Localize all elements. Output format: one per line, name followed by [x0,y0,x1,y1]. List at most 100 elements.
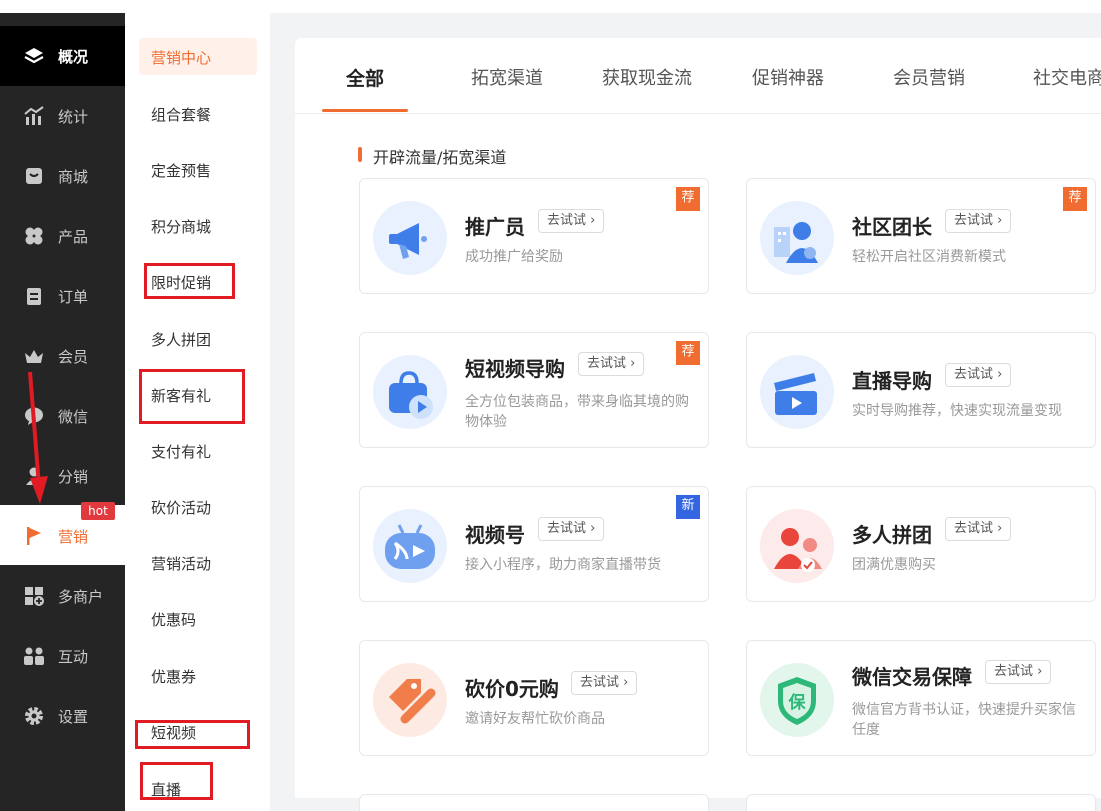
feature-card-short-video-guide[interactable]: 短视频导购 去试试 › 全方位包装商品，带来身临其境的购物体验 荐 [359,332,709,448]
nav-label: 商城 [58,167,89,186]
chevron-right-icon: › [997,213,1003,228]
tab-member-marketing[interactable]: 会员营销 [893,64,965,90]
nav-label: 微信 [58,407,89,426]
crown-icon [23,345,45,367]
sub-item-points-mall[interactable]: 积分商城 [151,216,211,237]
price-tag-icon [373,663,447,737]
card-title: 推广员 [465,215,525,239]
highlight-box [140,762,213,800]
section-title: 开辟流量/拓宽渠道 [373,148,507,167]
nav-item-wechat[interactable]: 微信 [0,386,125,446]
nav-item-member[interactable]: 会员 [0,326,125,386]
chevron-right-icon: › [623,675,629,690]
sub-item-payment-gift[interactable]: 支付有礼 [151,441,211,462]
tab-social-ecommerce[interactable]: 社交电商 [1033,64,1101,90]
tab-active-indicator [322,109,408,112]
try-button[interactable]: 去试试 › [538,209,605,233]
group-buy-icon [760,509,834,583]
try-button[interactable]: 去试试 › [571,671,638,695]
nav-item-mall[interactable]: 商城 [0,146,125,206]
mall-icon [23,165,45,187]
recommend-badge: 荐 [676,187,700,211]
tab-cash-flow[interactable]: 获取现金流 [602,64,692,90]
tab-expand-channels[interactable]: 拓宽渠道 [471,64,543,90]
stats-icon [23,105,45,127]
feature-card-live-guide[interactable]: 直播导购 去试试 › 实时导购推荐，快速实现流量变现 [746,332,1096,448]
feature-card-group-buy[interactable]: 多人拼团 去试试 › 团满优惠购买 [746,486,1096,602]
try-button[interactable]: 去试试 › [538,517,605,541]
try-button[interactable]: 去试试 › [945,209,1012,233]
clapperboard-icon [760,355,834,429]
chevron-right-icon: › [590,213,596,228]
highlight-box [135,720,250,749]
order-icon [23,285,45,307]
chevron-right-icon: › [997,521,1003,536]
card-desc: 接入小程序，助力商家直播带货 [465,557,661,573]
nav-item-order[interactable]: 订单 [0,266,125,326]
feature-card-partial [359,794,709,811]
section-marker [358,147,362,162]
feature-card-community-leader[interactable]: 社区团长 去试试 › 轻松开启社区消费新模式 荐 [746,178,1096,294]
card-desc: 成功推广给奖励 [465,249,563,265]
nav-label: 产品 [58,227,89,246]
nav-item-overview[interactable]: 概况 [0,26,125,86]
card-title: 多人拼团 [852,523,932,547]
hot-badge: hot [81,502,115,520]
sub-item-promo-code[interactable]: 优惠码 [151,609,196,630]
tab-promotion-tools[interactable]: 促销神器 [752,64,824,90]
card-title: 视频号 [465,523,525,547]
video-channel-icon [373,509,447,583]
nav-item-multi-merchant[interactable]: 多商户 [0,566,125,626]
feature-card-video-account[interactable]: 视频号 去试试 › 接入小程序，助力商家直播带货 新 [359,486,709,602]
shield-label: 保 [788,692,807,713]
nav-item-settings[interactable]: 设置 [0,686,125,746]
nav-label: 多商户 [58,587,104,606]
card-title: 砍价0元购 [465,677,559,701]
feature-card-partial [746,794,1096,811]
sub-item-marketing-center[interactable]: 营销中心 [151,47,211,68]
shield-icon: 保 [760,663,834,737]
card-desc: 邀请好友帮忙砍价商品 [465,711,605,727]
try-button[interactable]: 去试试 › [945,363,1012,387]
try-button[interactable]: 去试试 › [985,660,1052,684]
chevron-right-icon: › [1037,664,1043,679]
card-title: 微信交易保障 [852,665,972,689]
feature-card-bargain[interactable]: 砍价0元购 去试试 › 邀请好友帮忙砍价商品 [359,640,709,756]
people-icon [23,645,45,667]
nav-item-distribution[interactable]: 分销 [0,446,125,506]
feature-card-promoter[interactable]: 推广员 去试试 › 成功推广给奖励 荐 [359,178,709,294]
try-button[interactable]: 去试试 › [578,352,645,376]
sub-item-marketing-activity[interactable]: 营销活动 [151,553,211,574]
nav-item-interaction[interactable]: 互动 [0,626,125,686]
card-title: 直播导购 [852,369,932,393]
sub-item-group-buy[interactable]: 多人拼团 [151,329,211,350]
new-badge: 新 [676,495,700,519]
flag-icon [23,525,45,547]
recommend-badge: 荐 [1063,187,1087,211]
nav-item-product[interactable]: 产品 [0,206,125,266]
card-desc: 微信官方背书认证，快速提升买家信任度 [852,702,1076,738]
chevron-right-icon: › [590,521,596,536]
nav-label: 互动 [58,647,89,666]
feature-card-wechat-guarantee[interactable]: 保 微信交易保障 去试试 › 微信官方背书认证，快速提升买家信任度 [746,640,1096,756]
store-icon [23,585,45,607]
sub-item-coupon[interactable]: 优惠券 [151,666,196,687]
sub-item-presale[interactable]: 定金预售 [151,160,211,181]
annotation-arrow [28,371,48,504]
card-title: 社区团长 [852,215,932,239]
recommend-badge: 荐 [676,341,700,365]
sub-item-bargain[interactable]: 砍价活动 [151,497,211,518]
top-strip [0,0,1101,13]
sub-item-combo[interactable]: 组合套餐 [151,104,211,125]
card-desc: 实时导购推荐，快速实现流量变现 [852,403,1062,419]
nav-label: 概况 [58,47,89,66]
chevron-right-icon: › [997,367,1003,382]
tab-all[interactable]: 全部 [346,64,384,91]
card-desc: 轻松开启社区消费新模式 [852,249,1006,265]
nav-label: 订单 [58,287,89,306]
nav-item-stats[interactable]: 统计 [0,86,125,146]
gear-icon [23,705,45,727]
try-button[interactable]: 去试试 › [945,517,1012,541]
nav-label: 设置 [58,707,89,726]
highlight-box [144,263,235,299]
